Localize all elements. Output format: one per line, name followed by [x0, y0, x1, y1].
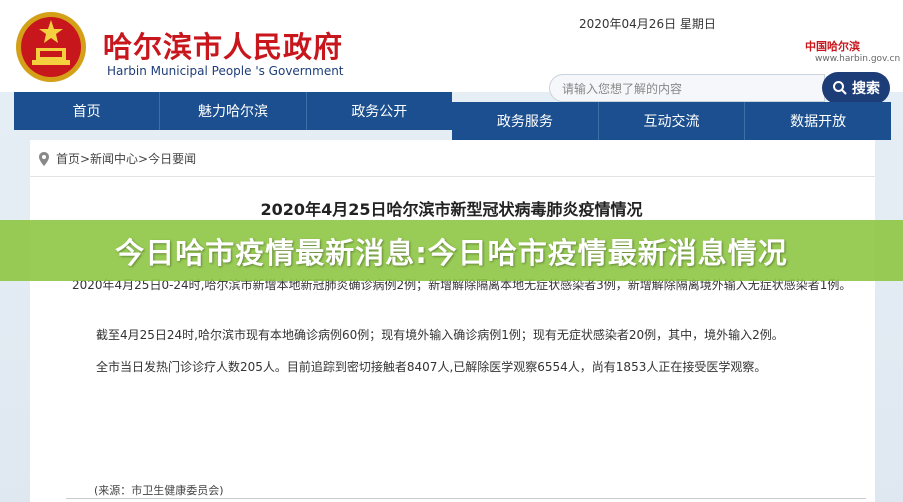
nav-item-charm-harbin[interactable]: 魅力哈尔滨 — [160, 92, 307, 130]
city-logo: 中国哈尔滨 — [805, 40, 860, 53]
current-date: 2020年04月26日 星期日 — [579, 17, 716, 31]
article-source: (来源：市卫生健康委员会) — [94, 484, 224, 497]
headline-banner: 今日哈市疫情最新消息:今日哈市疫情最新消息情况 — [0, 220, 903, 281]
site-title: 哈尔滨市人民政府 — [103, 30, 344, 64]
article-title: 2020年4月25日哈尔滨市新型冠状病毒肺炎疫情情况 — [260, 200, 643, 219]
nav-item-home[interactable]: 首页 — [14, 92, 161, 130]
article-paragraph-3: 全市当日发热门诊诊疗人数205人。目前追踪到密切接触者8407人,已解除医学观察… — [96, 360, 767, 374]
nav-item-interaction[interactable]: 互动交流 — [599, 102, 746, 140]
main-nav-row-2: 政务服务 互动交流 数据开放 — [452, 102, 891, 140]
search-icon — [833, 81, 847, 95]
location-pin-icon — [39, 151, 49, 166]
main-nav-row-1: 首页 魅力哈尔滨 政务公开 — [14, 92, 452, 130]
national-emblem-icon — [16, 12, 86, 82]
banner-text: 今日哈市疫情最新消息:今日哈市疫情最新消息情况 — [115, 235, 788, 270]
breadcrumb-text[interactable]: 首页>新闻中心>今日要闻 — [56, 150, 196, 167]
nav-item-government-services[interactable]: 政务服务 — [452, 102, 599, 140]
divider — [30, 176, 875, 177]
breadcrumb: 首页>新闻中心>今日要闻 — [38, 150, 196, 167]
city-url: www.harbin.gov.cn — [815, 54, 901, 64]
site-title-english: Harbin Municipal People 's Government — [107, 64, 344, 78]
nav-item-open-data[interactable]: 数据开放 — [745, 102, 891, 140]
content-panel — [30, 140, 875, 502]
article-paragraph-2: 截至4月25日24时,哈尔滨市现有本地确诊病例60例；现有境外输入确诊病例1例；… — [96, 328, 784, 342]
search-button[interactable]: 搜索 — [822, 72, 890, 104]
search-input[interactable]: 请输入您想了解的内容 — [549, 74, 825, 102]
nav-item-government-affairs[interactable]: 政务公开 — [307, 92, 452, 130]
divider — [66, 498, 866, 499]
search-button-label: 搜索 — [852, 81, 880, 97]
